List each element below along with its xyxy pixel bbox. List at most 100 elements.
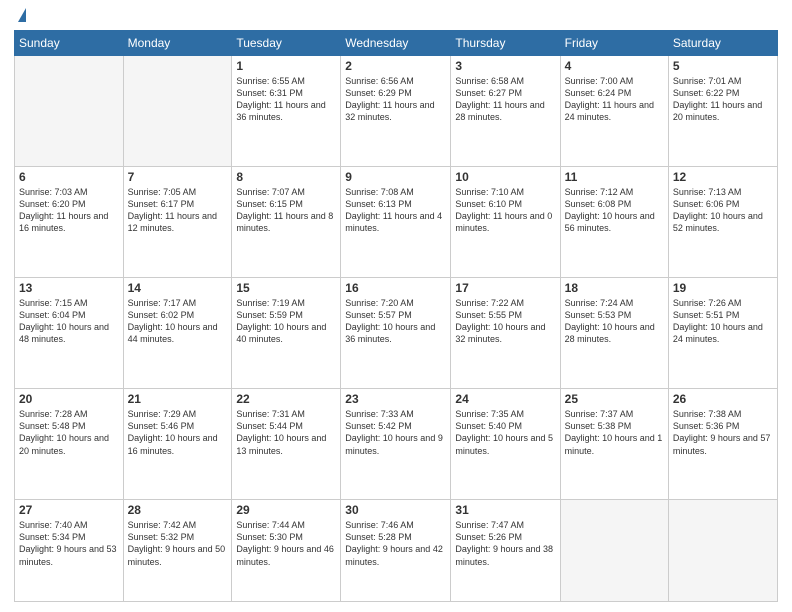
day-number: 3 xyxy=(455,59,555,73)
calendar-cell xyxy=(560,500,668,602)
calendar-cell: 27 Sunrise: 7:40 AM Sunset: 5:34 PM Dayli… xyxy=(15,500,124,602)
logo-triangle-icon xyxy=(18,8,26,22)
calendar-cell: 25 Sunrise: 7:37 AM Sunset: 5:38 PM Dayli… xyxy=(560,389,668,500)
calendar-cell: 15 Sunrise: 7:19 AM Sunset: 5:59 PM Dayli… xyxy=(232,278,341,389)
calendar-cell: 1 Sunrise: 6:55 AM Sunset: 6:31 PM Daylig… xyxy=(232,56,341,167)
day-number: 12 xyxy=(673,170,773,184)
day-info: Sunrise: 7:13 AM Sunset: 6:06 PM Dayligh… xyxy=(673,186,773,235)
day-number: 16 xyxy=(345,281,446,295)
day-info: Sunrise: 7:22 AM Sunset: 5:55 PM Dayligh… xyxy=(455,297,555,346)
day-header-thursday: Thursday xyxy=(451,31,560,56)
logo xyxy=(14,10,26,22)
calendar-cell: 26 Sunrise: 7:38 AM Sunset: 5:36 PM Dayli… xyxy=(668,389,777,500)
day-number: 18 xyxy=(565,281,664,295)
day-header-sunday: Sunday xyxy=(15,31,124,56)
calendar-cell: 24 Sunrise: 7:35 AM Sunset: 5:40 PM Dayli… xyxy=(451,389,560,500)
day-info: Sunrise: 7:15 AM Sunset: 6:04 PM Dayligh… xyxy=(19,297,119,346)
day-info: Sunrise: 7:38 AM Sunset: 5:36 PM Dayligh… xyxy=(673,408,773,457)
day-info: Sunrise: 7:08 AM Sunset: 6:13 PM Dayligh… xyxy=(345,186,446,235)
day-number: 22 xyxy=(236,392,336,406)
day-header-monday: Monday xyxy=(123,31,232,56)
day-number: 25 xyxy=(565,392,664,406)
day-number: 19 xyxy=(673,281,773,295)
day-number: 29 xyxy=(236,503,336,517)
page: SundayMondayTuesdayWednesdayThursdayFrid… xyxy=(0,0,792,612)
day-info: Sunrise: 7:40 AM Sunset: 5:34 PM Dayligh… xyxy=(19,519,119,568)
week-row-2: 6Sunrise: 7:03 AM Sunset: 6:20 PM Daylig… xyxy=(15,167,778,278)
calendar-cell: 19Sunrise: 7:26 AM Sunset: 5:51 PM Dayli… xyxy=(668,278,777,389)
day-info: Sunrise: 7:42 AM Sunset: 5:32 PM Dayligh… xyxy=(128,519,228,568)
day-number: 4 xyxy=(565,59,664,73)
calendar-cell: 23 Sunrise: 7:33 AM Sunset: 5:42 PM Dayli… xyxy=(341,389,451,500)
day-info: Sunrise: 6:56 AM Sunset: 6:29 PM Dayligh… xyxy=(345,75,446,124)
day-header-saturday: Saturday xyxy=(668,31,777,56)
day-number: 9 xyxy=(345,170,446,184)
header xyxy=(14,10,778,22)
calendar-cell: 22 Sunrise: 7:31 AM Sunset: 5:44 PM Dayli… xyxy=(232,389,341,500)
calendar-cell: 29 Sunrise: 7:44 AM Sunset: 5:30 PM Dayli… xyxy=(232,500,341,602)
calendar-cell: 5 Sunrise: 7:01 AM Sunset: 6:22 PM Daylig… xyxy=(668,56,777,167)
day-header-friday: Friday xyxy=(560,31,668,56)
calendar-cell: 13 Sunrise: 7:15 AM Sunset: 6:04 PM Dayli… xyxy=(15,278,124,389)
day-number: 15 xyxy=(236,281,336,295)
day-info: Sunrise: 7:31 AM Sunset: 5:44 PM Dayligh… xyxy=(236,408,336,457)
week-row-4: 20 Sunrise: 7:28 AM Sunset: 5:48 PM Dayli… xyxy=(15,389,778,500)
day-info: Sunrise: 7:37 AM Sunset: 5:38 PM Dayligh… xyxy=(565,408,664,457)
day-header-tuesday: Tuesday xyxy=(232,31,341,56)
calendar-cell xyxy=(668,500,777,602)
day-header-wednesday: Wednesday xyxy=(341,31,451,56)
day-info: Sunrise: 7:00 AM Sunset: 6:24 PM Dayligh… xyxy=(565,75,664,124)
calendar-cell: 4 Sunrise: 7:00 AM Sunset: 6:24 PM Daylig… xyxy=(560,56,668,167)
calendar-cell: 7Sunrise: 7:05 AM Sunset: 6:17 PM Daylig… xyxy=(123,167,232,278)
day-info: Sunrise: 7:10 AM Sunset: 6:10 PM Dayligh… xyxy=(455,186,555,235)
calendar-cell: 17 Sunrise: 7:22 AM Sunset: 5:55 PM Dayli… xyxy=(451,278,560,389)
day-info: Sunrise: 7:12 AM Sunset: 6:08 PM Dayligh… xyxy=(565,186,664,235)
calendar-cell: 14Sunrise: 7:17 AM Sunset: 6:02 PM Dayli… xyxy=(123,278,232,389)
day-info: Sunrise: 7:28 AM Sunset: 5:48 PM Dayligh… xyxy=(19,408,119,457)
day-number: 23 xyxy=(345,392,446,406)
calendar: SundayMondayTuesdayWednesdayThursdayFrid… xyxy=(14,30,778,602)
day-number: 28 xyxy=(128,503,228,517)
day-info: Sunrise: 7:19 AM Sunset: 5:59 PM Dayligh… xyxy=(236,297,336,346)
day-info: Sunrise: 7:29 AM Sunset: 5:46 PM Dayligh… xyxy=(128,408,228,457)
calendar-cell: 3 Sunrise: 6:58 AM Sunset: 6:27 PM Daylig… xyxy=(451,56,560,167)
day-info: Sunrise: 7:07 AM Sunset: 6:15 PM Dayligh… xyxy=(236,186,336,235)
calendar-cell: 11Sunrise: 7:12 AM Sunset: 6:08 PM Dayli… xyxy=(560,167,668,278)
day-info: Sunrise: 7:33 AM Sunset: 5:42 PM Dayligh… xyxy=(345,408,446,457)
day-number: 31 xyxy=(455,503,555,517)
calendar-cell: 30 Sunrise: 7:46 AM Sunset: 5:28 PM Dayli… xyxy=(341,500,451,602)
day-info: Sunrise: 7:20 AM Sunset: 5:57 PM Dayligh… xyxy=(345,297,446,346)
day-number: 17 xyxy=(455,281,555,295)
calendar-cell: 9 Sunrise: 7:08 AM Sunset: 6:13 PM Daylig… xyxy=(341,167,451,278)
calendar-cell: 28 Sunrise: 7:42 AM Sunset: 5:32 PM Dayli… xyxy=(123,500,232,602)
day-number: 21 xyxy=(128,392,228,406)
calendar-cell: 10Sunrise: 7:10 AM Sunset: 6:10 PM Dayli… xyxy=(451,167,560,278)
day-number: 30 xyxy=(345,503,446,517)
day-number: 8 xyxy=(236,170,336,184)
calendar-cell: 16 Sunrise: 7:20 AM Sunset: 5:57 PM Dayli… xyxy=(341,278,451,389)
day-number: 27 xyxy=(19,503,119,517)
day-number: 1 xyxy=(236,59,336,73)
week-row-3: 13 Sunrise: 7:15 AM Sunset: 6:04 PM Dayli… xyxy=(15,278,778,389)
day-info: Sunrise: 6:55 AM Sunset: 6:31 PM Dayligh… xyxy=(236,75,336,124)
calendar-cell: 20 Sunrise: 7:28 AM Sunset: 5:48 PM Dayli… xyxy=(15,389,124,500)
day-number: 5 xyxy=(673,59,773,73)
day-info: Sunrise: 7:35 AM Sunset: 5:40 PM Dayligh… xyxy=(455,408,555,457)
day-info: Sunrise: 7:17 AM Sunset: 6:02 PM Dayligh… xyxy=(128,297,228,346)
day-info: Sunrise: 7:01 AM Sunset: 6:22 PM Dayligh… xyxy=(673,75,773,124)
day-info: Sunrise: 7:46 AM Sunset: 5:28 PM Dayligh… xyxy=(345,519,446,568)
day-number: 24 xyxy=(455,392,555,406)
day-info: Sunrise: 7:44 AM Sunset: 5:30 PM Dayligh… xyxy=(236,519,336,568)
day-info: Sunrise: 6:58 AM Sunset: 6:27 PM Dayligh… xyxy=(455,75,555,124)
day-number: 6 xyxy=(19,170,119,184)
calendar-cell xyxy=(15,56,124,167)
day-number: 2 xyxy=(345,59,446,73)
day-info: Sunrise: 7:24 AM Sunset: 5:53 PM Dayligh… xyxy=(565,297,664,346)
day-number: 26 xyxy=(673,392,773,406)
header-row: SundayMondayTuesdayWednesdayThursdayFrid… xyxy=(15,31,778,56)
day-info: Sunrise: 7:05 AM Sunset: 6:17 PM Dayligh… xyxy=(128,186,228,235)
day-number: 13 xyxy=(19,281,119,295)
week-row-5: 27 Sunrise: 7:40 AM Sunset: 5:34 PM Dayli… xyxy=(15,500,778,602)
calendar-cell: 6Sunrise: 7:03 AM Sunset: 6:20 PM Daylig… xyxy=(15,167,124,278)
day-number: 20 xyxy=(19,392,119,406)
